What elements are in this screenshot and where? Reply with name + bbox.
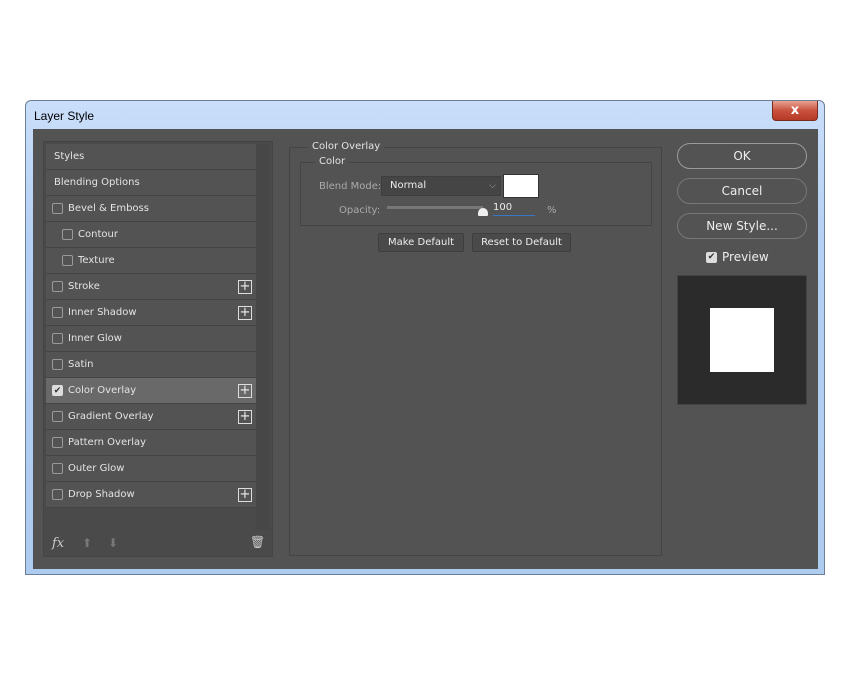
blend-mode-select[interactable]: Normal ⌵	[381, 176, 501, 196]
group-title: Color	[315, 156, 350, 167]
blend-mode-label: Blend Mode:	[319, 181, 382, 192]
style-item-label: Outer Glow	[68, 463, 125, 474]
checkbox[interactable]	[52, 437, 63, 448]
style-item[interactable]: Stroke +	[46, 274, 256, 300]
checkbox[interactable]	[52, 203, 63, 214]
checkbox[interactable]	[52, 281, 63, 292]
style-item[interactable]: Inner Glow	[46, 326, 256, 352]
checkbox[interactable]	[52, 463, 63, 474]
color-overlay-panel: Color Overlay Color Blend Mode: Normal ⌵ …	[289, 141, 662, 556]
style-item-label: Bevel & Emboss	[68, 203, 149, 214]
style-item-label: Inner Shadow	[68, 307, 137, 318]
style-item[interactable]: Pattern Overlay	[46, 430, 256, 456]
styles-list: Styles Blending Options Bevel & Emboss Cont…	[43, 141, 273, 557]
move-up-icon[interactable]: ⬆	[82, 536, 92, 550]
style-item[interactable]: Inner Shadow +	[46, 300, 256, 326]
style-item-label: Blending Options	[54, 177, 140, 188]
add-icon[interactable]: +	[238, 306, 252, 320]
percent-label: %	[547, 205, 557, 216]
checkbox[interactable]	[62, 255, 73, 266]
preview-label: Preview	[722, 250, 769, 264]
add-icon[interactable]: +	[238, 384, 252, 398]
add-icon[interactable]: +	[238, 410, 252, 424]
opacity-slider[interactable]	[387, 206, 488, 216]
color-swatch[interactable]	[503, 174, 539, 198]
checkbox[interactable]	[52, 307, 63, 318]
checkbox[interactable]	[52, 489, 63, 500]
style-item[interactable]: Styles	[46, 144, 256, 170]
checkbox[interactable]	[52, 411, 63, 422]
style-item-label: Color Overlay	[68, 385, 137, 396]
style-item[interactable]: Drop Shadow +	[46, 482, 256, 508]
style-item-label: Inner Glow	[68, 333, 122, 344]
style-item-label: Contour	[78, 229, 118, 240]
reset-to-default-button[interactable]: Reset to Default	[472, 233, 571, 252]
scrollbar[interactable]	[256, 144, 270, 530]
make-default-button[interactable]: Make Default	[378, 233, 464, 252]
add-icon[interactable]: +	[238, 488, 252, 502]
list-footer: fx ⬆ ⬇ 🗑	[46, 532, 270, 556]
checkbox[interactable]: ✔	[52, 385, 63, 396]
add-icon[interactable]: +	[238, 280, 252, 294]
style-item[interactable]: Gradient Overlay +	[46, 404, 256, 430]
style-item-label: Satin	[68, 359, 94, 370]
style-item-label: Styles	[54, 151, 85, 162]
layer-style-dialog: Layer Style x Styles Blending Options Beve…	[25, 100, 825, 575]
style-item[interactable]: Contour	[46, 222, 256, 248]
check-icon: ✔	[706, 251, 717, 263]
chevron-down-icon: ⌵	[489, 181, 496, 191]
opacity-input[interactable]: 100	[493, 201, 535, 216]
blend-mode-value: Normal	[390, 180, 427, 191]
preview-checkbox[interactable]: ✔ Preview	[706, 250, 769, 264]
cancel-button[interactable]: Cancel	[677, 178, 807, 204]
move-down-icon[interactable]: ⬇	[108, 536, 118, 550]
style-item[interactable]: Blending Options	[46, 170, 256, 196]
opacity-label: Opacity:	[339, 205, 381, 216]
dialog-body: Styles Blending Options Bevel & Emboss Cont…	[33, 129, 818, 569]
checkbox[interactable]	[62, 229, 73, 240]
style-item-label: Texture	[78, 255, 115, 266]
style-item-label: Drop Shadow	[68, 489, 135, 500]
checkbox[interactable]	[52, 359, 63, 370]
style-item[interactable]: Satin	[46, 352, 256, 378]
preview-thumbnail	[710, 308, 774, 372]
style-item[interactable]: Outer Glow	[46, 456, 256, 482]
style-item[interactable]: ✔ Color Overlay +	[46, 378, 256, 404]
close-button[interactable]: x	[772, 101, 818, 121]
style-item[interactable]: Bevel & Emboss	[46, 196, 256, 222]
slider-thumb[interactable]	[478, 208, 488, 216]
preview-box	[677, 275, 807, 405]
style-item-label: Gradient Overlay	[68, 411, 154, 422]
style-item[interactable]: Texture	[46, 248, 256, 274]
dialog-title: Layer Style	[34, 109, 95, 123]
color-group: Color Blend Mode: Normal ⌵ Opacity: 100 %	[300, 156, 652, 226]
fx-icon[interactable]: fx	[52, 536, 64, 551]
style-item-label: Pattern Overlay	[68, 437, 147, 448]
panel-title: Color Overlay	[308, 141, 385, 152]
trash-icon[interactable]: 🗑	[250, 535, 265, 549]
style-item-label: Stroke	[68, 281, 100, 292]
ok-button[interactable]: OK	[677, 143, 807, 169]
checkbox[interactable]	[52, 333, 63, 344]
new-style-button[interactable]: New Style...	[677, 213, 807, 239]
